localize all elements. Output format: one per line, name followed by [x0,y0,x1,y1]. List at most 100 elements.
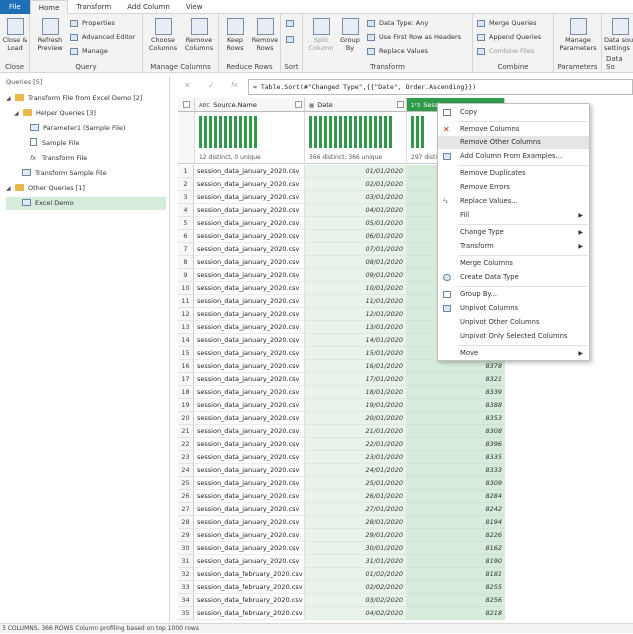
menu-item-merge-columns[interactable]: Merge Columns [438,257,589,270]
cell-date[interactable]: 01/01/2020 [305,165,407,178]
row-number[interactable]: 9 [178,269,194,282]
cell-date[interactable]: 23/01/2020 [305,451,407,464]
row-number[interactable]: 7 [178,243,194,256]
cell-source-name[interactable]: session_data_february_2020.csv [195,581,305,594]
cell-source-name[interactable]: session_data_january_2020.csv [195,295,305,308]
merge-queries-button[interactable]: Merge Queries [477,18,536,29]
remove-columns-button[interactable]: Remove Columns [181,18,217,52]
table-row[interactable]: 32 session_data_february_2020.csv 01/02/20… [178,568,633,581]
row-number[interactable]: 30 [178,542,194,555]
number-type-icon[interactable]: 1²3 [411,99,420,111]
menu-item-add-column-from-examples[interactable]: Add Column From Examples... [438,150,589,163]
cell-sessions[interactable]: 8335 [407,451,505,464]
row-number[interactable]: 29 [178,529,194,542]
replace-values-button[interactable]: Replace Values [367,46,428,57]
row-number[interactable]: 26 [178,490,194,503]
table-row[interactable]: 24 session_data_january_2020.csv 24/01/202… [178,464,633,477]
row-number[interactable]: 32 [178,568,194,581]
menu-item-remove-columns[interactable]: ✕ Remove Columns [438,123,589,136]
row-number[interactable]: 1 [178,165,194,178]
cell-source-name[interactable]: session_data_january_2020.csv [195,542,305,555]
row-number[interactable]: 24 [178,464,194,477]
group-by-button[interactable]: Group By [337,18,363,52]
cell-source-name[interactable]: session_data_january_2020.csv [195,516,305,529]
queries-header[interactable]: Queries [5] [0,76,169,88]
cell-source-name[interactable]: session_data_january_2020.csv [195,321,305,334]
row-number[interactable]: 11 [178,295,194,308]
cell-date[interactable]: 08/01/2020 [305,256,407,269]
cell-source-name[interactable]: session_data_january_2020.csv [195,503,305,516]
cell-source-name[interactable]: session_data_january_2020.csv [195,256,305,269]
cell-source-name[interactable]: session_data_january_2020.csv [195,490,305,503]
menu-item-remove-duplicates[interactable]: Remove Duplicates [438,167,589,180]
cell-sessions[interactable]: 8218 [407,607,505,620]
sort-ascending-button[interactable] [286,18,296,29]
menu-item-unpivot-columns[interactable]: Unpivot Columns [438,302,589,315]
formula-input[interactable]: = Table.Sort(#"Changed Type",{{"Date", O… [248,79,633,95]
cell-source-name[interactable]: session_data_january_2020.csv [195,165,305,178]
cell-sessions[interactable]: 8388 [407,399,505,412]
cell-sessions[interactable]: 8190 [407,555,505,568]
table-row[interactable]: 23 session_data_january_2020.csv 23/01/202… [178,451,633,464]
row-number[interactable]: 35 [178,607,194,620]
cell-date[interactable]: 03/01/2020 [305,191,407,204]
cell-date[interactable]: 20/01/2020 [305,412,407,425]
choose-columns-button[interactable]: Choose Columns [145,18,181,52]
cell-date[interactable]: 31/01/2020 [305,555,407,568]
cell-sessions[interactable]: 8353 [407,412,505,425]
row-number[interactable]: 22 [178,438,194,451]
advanced-editor-button[interactable]: Advanced Editor [70,32,135,43]
cell-source-name[interactable]: session_data_january_2020.csv [195,529,305,542]
menu-item-move[interactable]: Move ▶ [438,347,589,360]
cell-date[interactable]: 29/01/2020 [305,529,407,542]
menu-item-fill[interactable]: Fill ▶ [438,209,589,222]
date-type-icon[interactable]: ▦ [309,99,314,111]
cell-date[interactable]: 19/01/2020 [305,399,407,412]
cell-source-name[interactable]: session_data_january_2020.csv [195,399,305,412]
tab-home[interactable]: Home [29,0,69,14]
table-menu-corner[interactable] [178,98,195,112]
row-number[interactable]: 8 [178,256,194,269]
table-row[interactable]: 35 session_data_february_2020.csv 04/02/20… [178,607,633,620]
row-number[interactable]: 33 [178,581,194,594]
cell-date[interactable]: 04/01/2020 [305,204,407,217]
row-number[interactable]: 6 [178,230,194,243]
cell-date[interactable]: 21/01/2020 [305,425,407,438]
query-group-helper-queries[interactable]: ◢ Helper Queries [3] [14,107,96,120]
cell-date[interactable]: 02/02/2020 [305,581,407,594]
row-number[interactable]: 28 [178,516,194,529]
insert-function-icon[interactable]: fx [231,81,238,89]
table-row[interactable]: 31 session_data_january_2020.csv 31/01/202… [178,555,633,568]
cell-date[interactable]: 30/01/2020 [305,542,407,555]
cancel-formula-icon[interactable]: ✕ [184,81,191,90]
close-and-load-button[interactable]: Close & Load [1,18,29,52]
row-number[interactable]: 3 [178,191,194,204]
cell-source-name[interactable]: session_data_january_2020.csv [195,191,305,204]
table-row[interactable]: 18 session_data_january_2020.csv 18/01/202… [178,386,633,399]
table-row[interactable]: 34 session_data_february_2020.csv 03/02/20… [178,594,633,607]
row-number[interactable]: 23 [178,451,194,464]
cell-source-name[interactable]: session_data_january_2020.csv [195,178,305,191]
properties-button[interactable]: Properties [70,18,115,29]
cell-date[interactable]: 10/01/2020 [305,282,407,295]
table-row[interactable]: 17 session_data_january_2020.csv 17/01/202… [178,373,633,386]
split-column-button[interactable]: Split Column [306,18,336,52]
cell-date[interactable]: 24/01/2020 [305,464,407,477]
menu-item-group-by[interactable]: Group By... [438,288,589,301]
cell-date[interactable]: 13/01/2020 [305,321,407,334]
table-row[interactable]: 33 session_data_february_2020.csv 02/02/20… [178,581,633,594]
cell-date[interactable]: 28/01/2020 [305,516,407,529]
table-row[interactable]: 28 session_data_january_2020.csv 28/01/202… [178,516,633,529]
row-number[interactable]: 13 [178,321,194,334]
cell-source-name[interactable]: session_data_january_2020.csv [195,308,305,321]
row-number[interactable]: 18 [178,386,194,399]
cell-sessions[interactable]: 8194 [407,516,505,529]
cell-sessions[interactable]: 8181 [407,568,505,581]
cell-date[interactable]: 12/01/2020 [305,308,407,321]
cell-source-name[interactable]: session_data_january_2020.csv [195,269,305,282]
cell-source-name[interactable]: session_data_january_2020.csv [195,373,305,386]
append-queries-button[interactable]: Append Queries [477,32,541,43]
manage-button[interactable]: Manage [70,46,108,57]
table-row[interactable]: 30 session_data_january_2020.csv 30/01/202… [178,542,633,555]
menu-item-change-type[interactable]: Change Type ▶ [438,226,589,239]
